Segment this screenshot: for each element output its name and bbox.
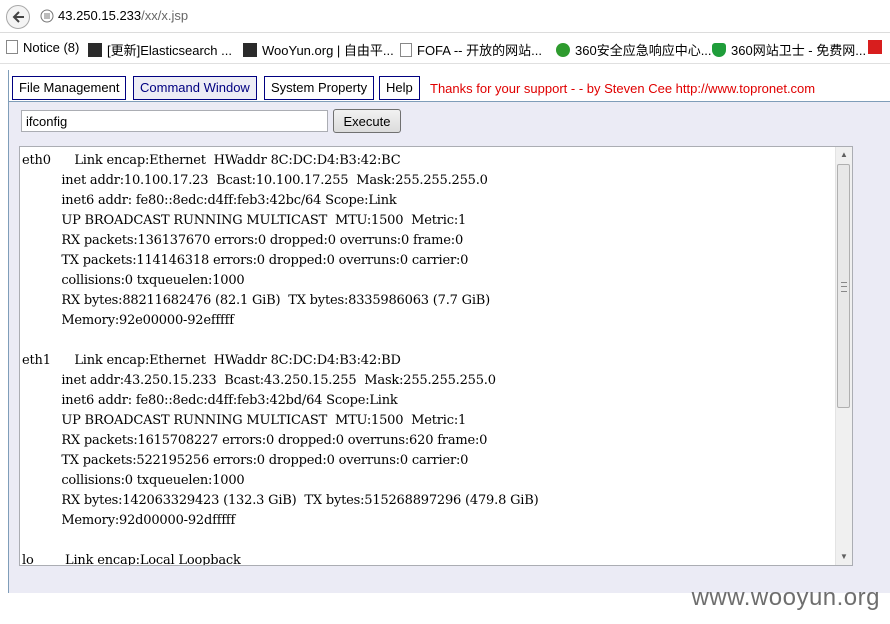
tab-command-window[interactable]: Command Window: [133, 76, 257, 100]
bookmark-360-wangzhan[interactable]: 360网站卫士 - 免费网...: [712, 40, 866, 59]
bookmark-elasticsearch[interactable]: [更新]Elasticsearch ...: [88, 40, 232, 59]
webshell-app: File Management Command Window System Pr…: [8, 70, 890, 593]
back-button[interactable]: [6, 5, 30, 29]
thanks-text: Thanks for your support - - by Steven Ce…: [430, 81, 816, 96]
grip-icon: [841, 282, 847, 292]
scroll-up-icon[interactable]: ▲: [836, 147, 852, 163]
command-output-text: eth0 Link encap:Ethernet HWaddr 8C:DC:D4…: [22, 153, 539, 566]
bookmark-overflow[interactable]: [868, 40, 887, 55]
command-input[interactable]: [21, 110, 328, 132]
page-icon: [6, 40, 18, 54]
back-arrow-icon: [12, 11, 24, 23]
app-icon: [88, 43, 102, 57]
execute-button[interactable]: Execute: [333, 109, 401, 133]
scrollbar-thumb[interactable]: [837, 164, 850, 408]
address-bar: 43.250.15.233/xx/x.jsp: [0, 0, 890, 33]
command-output[interactable]: eth0 Link encap:Ethernet HWaddr 8C:DC:D4…: [19, 146, 853, 566]
tab-file-management[interactable]: File Management: [12, 76, 127, 100]
wooyun-icon: [243, 43, 257, 57]
url-host: 43.250.15.233: [58, 8, 142, 23]
url-field[interactable]: 43.250.15.233/xx/x.jsp: [58, 8, 188, 23]
bookmark-fofa[interactable]: FOFA -- 开放的网站...: [400, 40, 542, 59]
plus-icon: [556, 43, 570, 57]
watermark: www.wooyun.org: [691, 584, 880, 611]
bookmarks-bar: Notice (8) [更新]Elasticsearch ... WooYun.…: [0, 33, 890, 64]
bookmark-wooyun[interactable]: WooYun.org | 自由平...: [243, 40, 394, 59]
shield-icon: [712, 43, 726, 57]
scroll-down-icon[interactable]: ▼: [836, 549, 852, 565]
bookmark-360-src[interactable]: 360安全应急响应中心...: [556, 40, 712, 59]
tab-system-property[interactable]: System Property: [264, 76, 375, 100]
command-panel: Execute eth0 Link encap:Ethernet HWaddr …: [9, 101, 890, 593]
app-icon: [868, 40, 882, 54]
output-scrollbar[interactable]: ▲ ▼: [835, 147, 852, 565]
bookmark-notice[interactable]: Notice (8): [6, 40, 79, 55]
url-path: /xx/x.jsp: [141, 8, 189, 23]
tab-help[interactable]: Help: [379, 76, 420, 100]
page-icon: [400, 43, 412, 57]
page-info-icon[interactable]: [40, 9, 54, 23]
